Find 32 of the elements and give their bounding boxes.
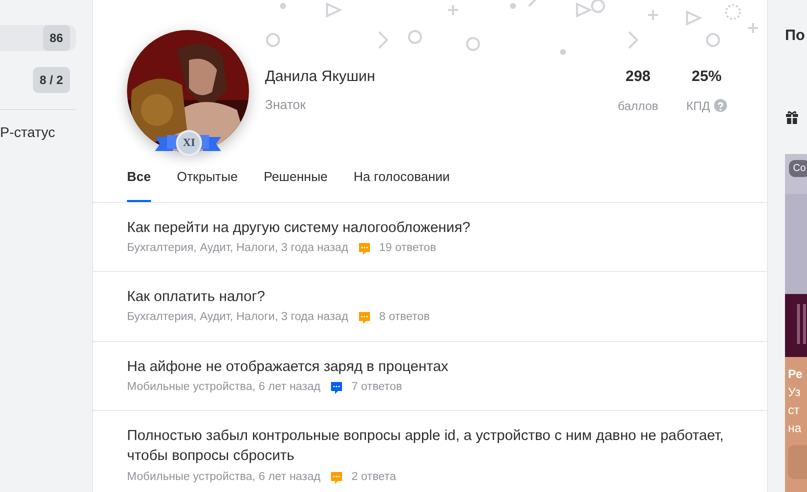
- stat-value: 298: [624, 67, 652, 87]
- tab[interactable]: Решенные: [264, 163, 328, 202]
- sidebar-item[interactable]: 8 / 2: [0, 67, 76, 93]
- gift-icon: [785, 110, 799, 124]
- ad-text: ст: [788, 402, 800, 418]
- help-icon[interactable]: [714, 99, 727, 112]
- question-meta: Мобильные устройства, 6 лет назад: [127, 470, 320, 485]
- question-title[interactable]: На айфоне не отображается заряд в процентах: [127, 356, 743, 377]
- stat-label: баллов: [618, 98, 658, 114]
- tab[interactable]: На голосовании: [354, 163, 450, 202]
- stat-label: КПД: [686, 98, 710, 114]
- user-name[interactable]: Данила Якушин: [265, 66, 376, 88]
- count-badge: 8 / 2: [32, 67, 70, 93]
- ad-tag: Co: [789, 160, 807, 176]
- question-meta: Мобильные устройства, 6 лет назад: [127, 380, 320, 395]
- question-title[interactable]: Как перейти на другую систему налогообложения?: [127, 218, 743, 238]
- question-title[interactable]: Полностью забыл контрольные вопросы apple id, а устройство с ним давно не работает, чтобы вопросы сбросить: [127, 426, 743, 467]
- section-heading: По: [785, 26, 806, 46]
- ad-text: на: [788, 420, 802, 436]
- sidebar-item[interactable]: 86: [0, 25, 76, 51]
- question-title[interactable]: Как оплатить налог?: [127, 287, 743, 308]
- question-meta: Бухгалтерия, Аудит, Налоги, 3 года назад: [127, 310, 348, 326]
- ad-title: Ре: [788, 366, 804, 382]
- ad-text: Уз: [788, 384, 802, 400]
- ad-banner[interactable]: Co Ре Уз ст на: [785, 154, 807, 492]
- tab[interactable]: Открытые: [176, 163, 238, 202]
- sidebar-link[interactable]: P-статус: [0, 122, 76, 143]
- count-badge: 86: [42, 25, 70, 51]
- stat-value: 25%: [690, 67, 723, 87]
- tab[interactable]: Все: [127, 163, 151, 202]
- user-rank: Знаток: [265, 96, 307, 114]
- question-meta: Бухгалтерия, Аудит, Налоги, 3 года назад: [127, 240, 348, 256]
